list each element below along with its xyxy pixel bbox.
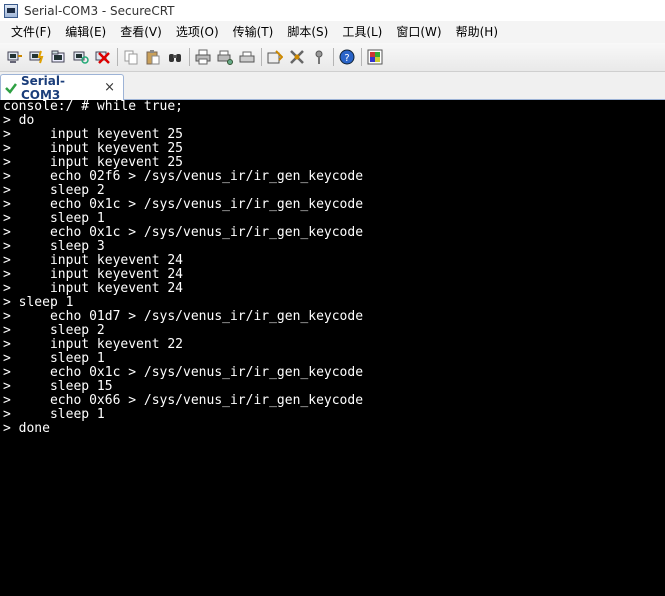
tab-serial-com3[interactable]: Serial-COM3 × xyxy=(0,73,124,102)
terminal-line: > input keyevent 25 xyxy=(3,127,184,142)
terminal-line: > input keyevent 25 xyxy=(3,141,184,156)
menu-edit[interactable]: 编辑(E) xyxy=(58,22,113,42)
menu-window[interactable]: 窗口(W) xyxy=(389,22,448,42)
menu-script[interactable]: 脚本(S) xyxy=(280,22,335,42)
toolbar-separator xyxy=(261,48,262,66)
global-options-button[interactable] xyxy=(287,47,307,67)
find-button[interactable] xyxy=(165,47,185,67)
toolbar: ? xyxy=(0,43,665,72)
securecrt-app-icon[interactable] xyxy=(4,3,18,18)
svg-text:?: ? xyxy=(344,53,349,64)
reconnect-icon xyxy=(73,51,89,64)
terminal-line: > echo 0x1c > /sys/venus_ir/ir_gen_keyco… xyxy=(3,225,364,240)
tab-label: Serial-COM3 xyxy=(20,73,65,102)
menu-bar: 文件(F) 编辑(E) 查看(V) 选项(O) 传输(T) 脚本(S) 工具(L… xyxy=(0,21,665,43)
toolbar-separator xyxy=(333,48,334,66)
terminal-line: > sleep 1 xyxy=(3,407,105,422)
menu-transfer[interactable]: 传输(T) xyxy=(226,22,281,42)
terminal-line: > echo 01d7 > /sys/venus_ir/ir_gen_keyco… xyxy=(3,309,364,324)
menu-options[interactable]: 选项(O) xyxy=(169,22,226,42)
print-setup-button[interactable] xyxy=(215,47,235,67)
global-options-icon xyxy=(290,50,304,64)
print-button[interactable] xyxy=(193,47,213,67)
disconnect-button[interactable] xyxy=(93,47,113,67)
toolbar-separator xyxy=(117,48,118,66)
disconnect-icon xyxy=(95,51,110,64)
menu-help[interactable]: 帮助(H) xyxy=(449,22,505,42)
terminal-line: > input keyevent 24 xyxy=(3,267,184,282)
terminal-line: > do xyxy=(3,113,35,128)
toolbar-separator xyxy=(189,48,190,66)
window-title: Serial-COM3 - SecureCRT xyxy=(24,3,175,18)
terminal-line: > echo 0x66 > /sys/venus_ir/ir_gen_keyco… xyxy=(3,393,364,408)
sftp-button[interactable] xyxy=(365,47,385,67)
terminal-line: > sleep 15 xyxy=(3,379,113,394)
session-options-icon xyxy=(267,50,283,64)
print-icon xyxy=(195,49,211,65)
menu-tools[interactable]: 工具(L) xyxy=(335,22,389,42)
terminal-line: > input keyevent 25 xyxy=(3,155,184,170)
reconnect-button[interactable] xyxy=(71,47,91,67)
print-screen-button[interactable] xyxy=(237,47,257,67)
terminal-line: > sleep 2 xyxy=(3,323,105,338)
connected-check-icon xyxy=(5,82,17,94)
menu-file[interactable]: 文件(F) xyxy=(4,22,58,42)
terminal-line: > sleep 2 xyxy=(3,183,105,198)
terminal-line: > echo 02f6 > /sys/venus_ir/ir_gen_keyco… xyxy=(3,169,364,184)
connect-in-tab-icon xyxy=(51,50,65,63)
terminal-line: > input keyevent 24 xyxy=(3,281,184,296)
terminal-line: > sleep 1 xyxy=(3,295,74,310)
terminal-line: > sleep 3 xyxy=(3,239,105,254)
terminal-screen[interactable]: console:/ # while true; > do > input keyev… xyxy=(0,100,665,596)
paste-button[interactable] xyxy=(143,47,163,67)
paste-icon xyxy=(146,50,160,65)
sftp-icon xyxy=(367,49,383,65)
find-icon xyxy=(169,54,181,62)
terminal-line: console:/ # while true; xyxy=(3,100,184,114)
help-icon: ? xyxy=(339,49,355,65)
session-options-button[interactable] xyxy=(265,47,285,67)
title-bar: Serial-COM3 - SecureCRT xyxy=(0,0,665,21)
quick-connect-button[interactable] xyxy=(27,47,47,67)
terminal-line: > sleep 1 xyxy=(3,211,105,226)
print-setup-icon xyxy=(217,50,233,65)
quick-connect-icon xyxy=(29,50,44,64)
terminal-line: > done xyxy=(3,421,50,436)
print-screen-icon xyxy=(239,51,255,63)
connect-icon xyxy=(7,51,22,63)
menu-view[interactable]: 查看(V) xyxy=(113,22,169,42)
tab-strip: Serial-COM3 × xyxy=(0,72,665,102)
terminal-line: > input keyevent 24 xyxy=(3,253,184,268)
keymap-button[interactable] xyxy=(309,47,329,67)
terminal-line: > sleep 1 xyxy=(3,351,105,366)
connect-in-tab-button[interactable] xyxy=(49,47,69,67)
copy-button[interactable] xyxy=(121,47,141,67)
terminal-line: > input keyevent 22 xyxy=(3,337,184,352)
connect-button[interactable] xyxy=(5,47,25,67)
terminal-line: > echo 0x1c > /sys/venus_ir/ir_gen_keyco… xyxy=(3,365,364,380)
toolbar-separator xyxy=(361,48,362,66)
keymap-icon xyxy=(315,50,323,64)
copy-icon xyxy=(124,50,138,65)
help-button[interactable]: ? xyxy=(337,47,357,67)
terminal-line: > echo 0x1c > /sys/venus_ir/ir_gen_keyco… xyxy=(3,197,364,212)
tab-close-icon[interactable]: × xyxy=(104,80,115,95)
